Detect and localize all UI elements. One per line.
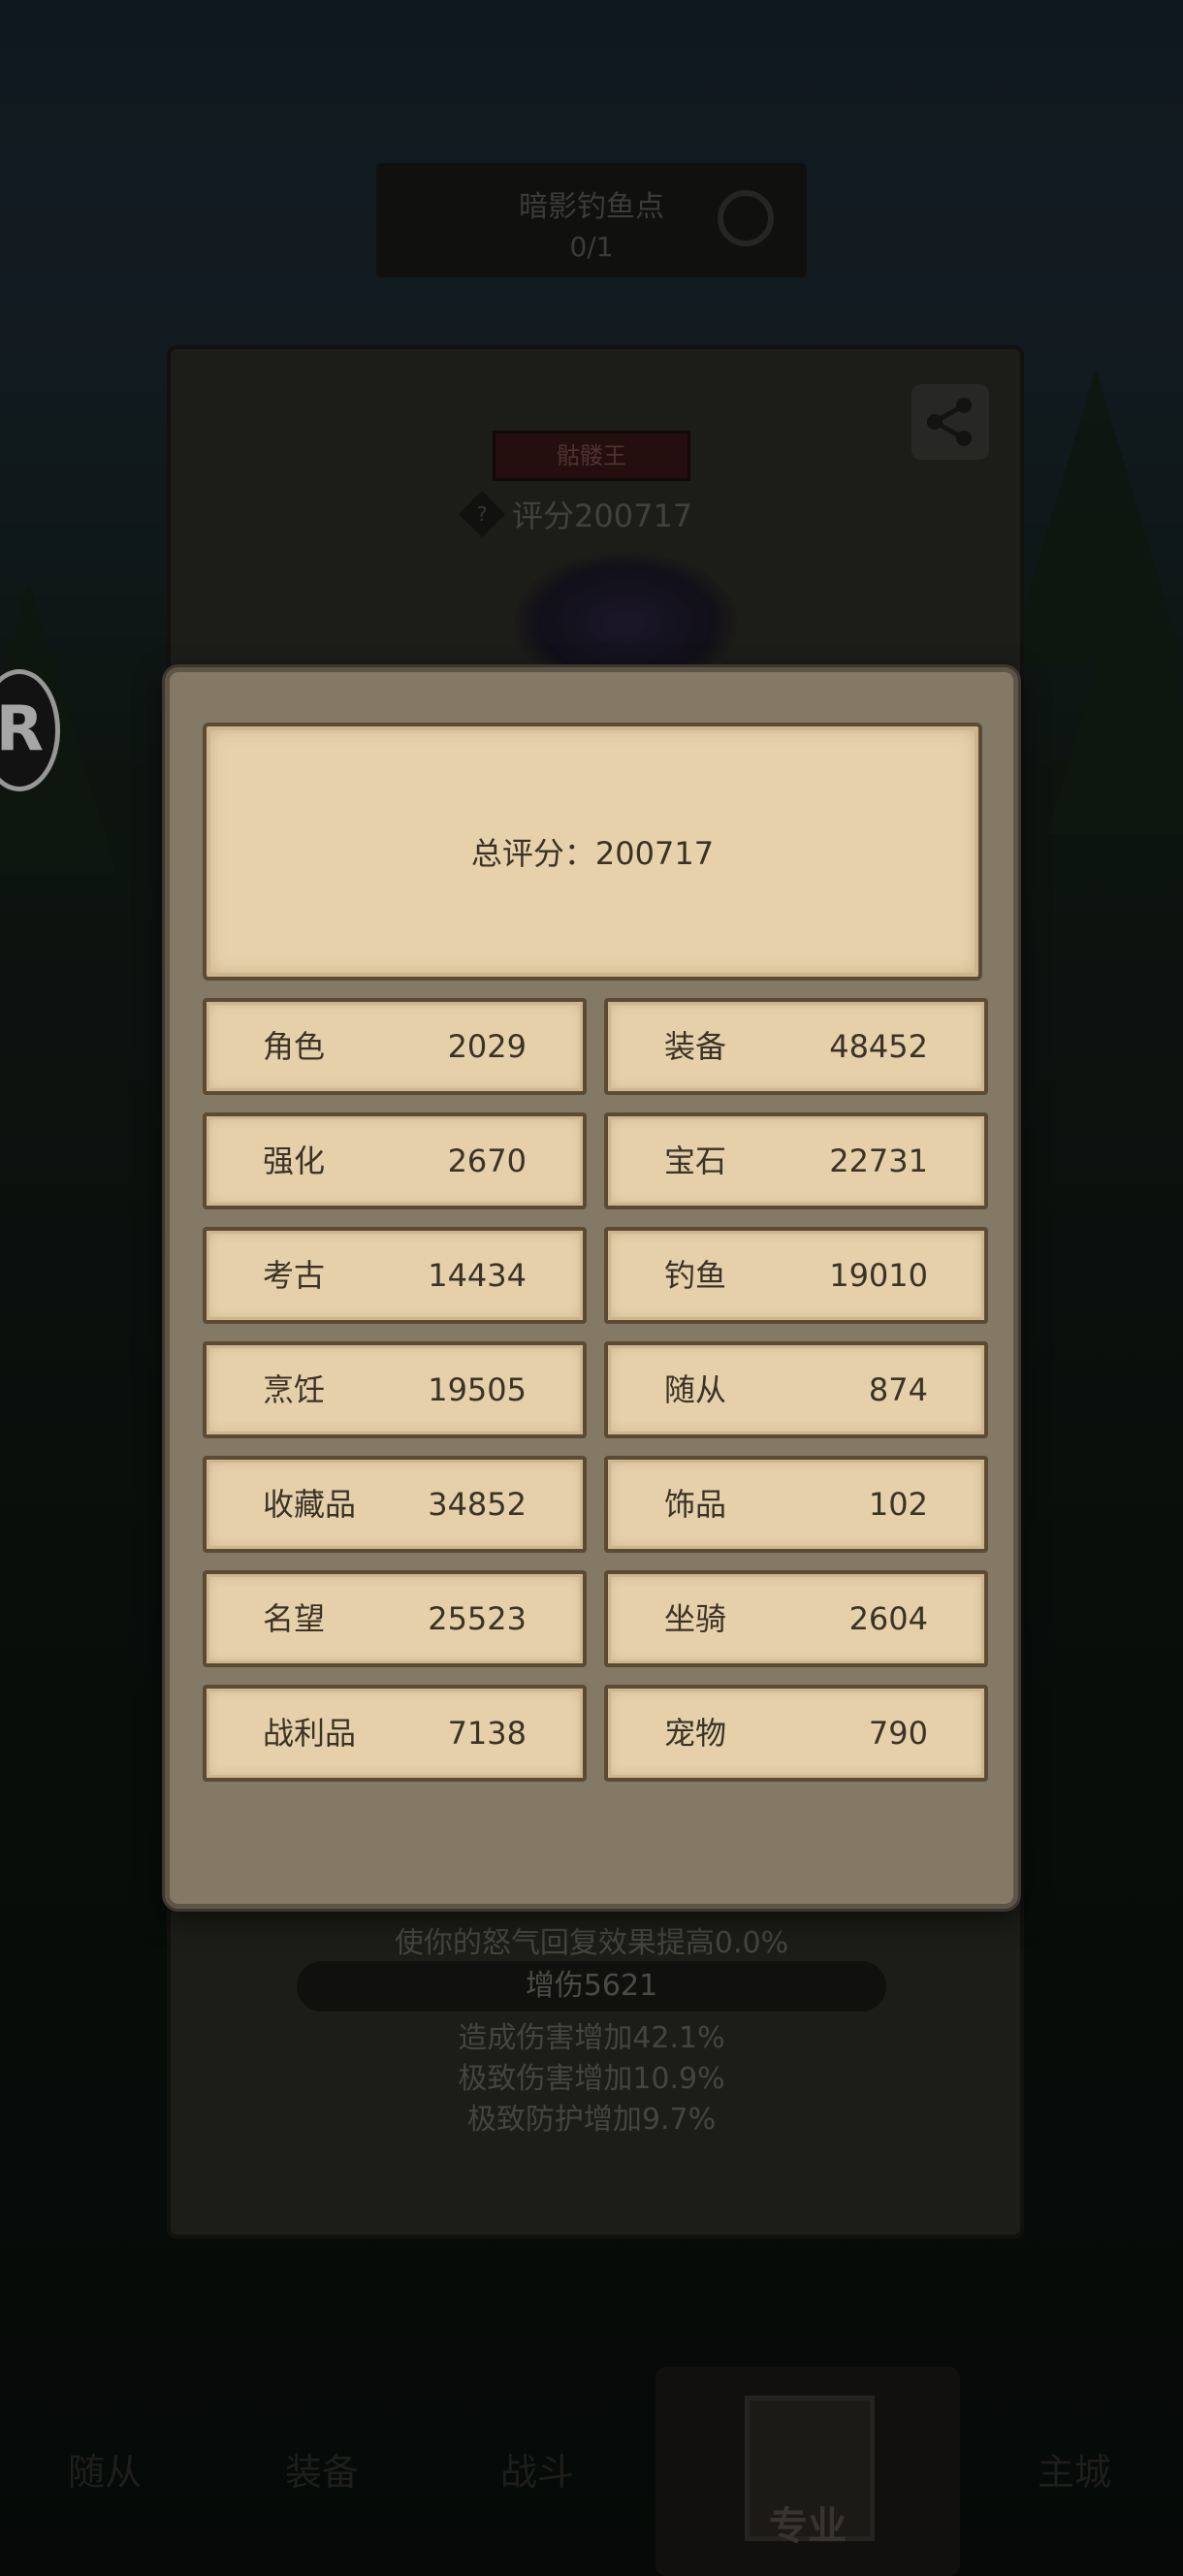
stat-card-character: 角色 2029 <box>203 998 587 1095</box>
stat-name: 烹饪 <box>263 1371 326 1408</box>
stat-card-followers: 随从 874 <box>604 1341 988 1438</box>
total-score-label: 总评分：200717 <box>470 835 715 872</box>
total-score-card: 总评分：200717 <box>203 723 982 981</box>
stat-card-accessories: 饰品 102 <box>604 1456 988 1553</box>
stat-value: 2670 <box>447 1143 527 1179</box>
stat-value: 48452 <box>829 1028 928 1065</box>
stat-name: 饰品 <box>664 1486 727 1523</box>
stat-card-gem: 宝石 22731 <box>604 1112 988 1209</box>
stat-value: 22731 <box>829 1143 928 1179</box>
stat-card-loot: 战利品 7138 <box>203 1685 587 1782</box>
stat-name: 坐骑 <box>664 1600 727 1637</box>
stat-name: 名望 <box>263 1600 326 1637</box>
stat-name: 角色 <box>263 1028 326 1065</box>
stat-card-collectibles: 收藏品 34852 <box>203 1456 587 1553</box>
stat-value: 874 <box>868 1371 928 1408</box>
stat-name: 随从 <box>664 1371 727 1408</box>
stat-value: 19505 <box>428 1371 527 1408</box>
stat-name: 强化 <box>263 1143 326 1179</box>
stat-value: 7138 <box>447 1715 527 1752</box>
stat-card-cooking: 烹饪 19505 <box>203 1341 587 1438</box>
stat-value: 25523 <box>428 1600 527 1637</box>
stat-card-archaeology: 考古 14434 <box>203 1227 587 1324</box>
stat-value: 790 <box>868 1715 928 1752</box>
stat-value: 2029 <box>447 1028 527 1065</box>
stat-name: 考古 <box>263 1257 326 1294</box>
stat-name: 宝石 <box>664 1143 727 1179</box>
stat-value: 34852 <box>428 1486 527 1523</box>
stat-card-equipment: 装备 48452 <box>604 998 988 1095</box>
stat-card-enhance: 强化 2670 <box>203 1112 587 1209</box>
stat-card-pet: 宠物 790 <box>604 1685 988 1782</box>
stat-value: 19010 <box>829 1257 928 1294</box>
stat-card-mount: 坐骑 2604 <box>604 1570 988 1667</box>
stat-name: 收藏品 <box>263 1486 357 1523</box>
stat-name: 装备 <box>664 1028 727 1065</box>
stat-name: 战利品 <box>263 1715 357 1752</box>
stat-card-reputation: 名望 25523 <box>203 1570 587 1667</box>
stat-value: 2604 <box>848 1600 928 1637</box>
stat-card-fishing: 钓鱼 19010 <box>604 1227 988 1324</box>
stat-name: 钓鱼 <box>664 1257 727 1294</box>
stat-value: 14434 <box>428 1257 527 1294</box>
stat-name: 宠物 <box>664 1715 727 1752</box>
stat-value: 102 <box>868 1486 928 1523</box>
score-breakdown-popup: 总评分：200717 角色 2029 装备 48452 强化 2670 宝石 2… <box>165 667 1018 1909</box>
